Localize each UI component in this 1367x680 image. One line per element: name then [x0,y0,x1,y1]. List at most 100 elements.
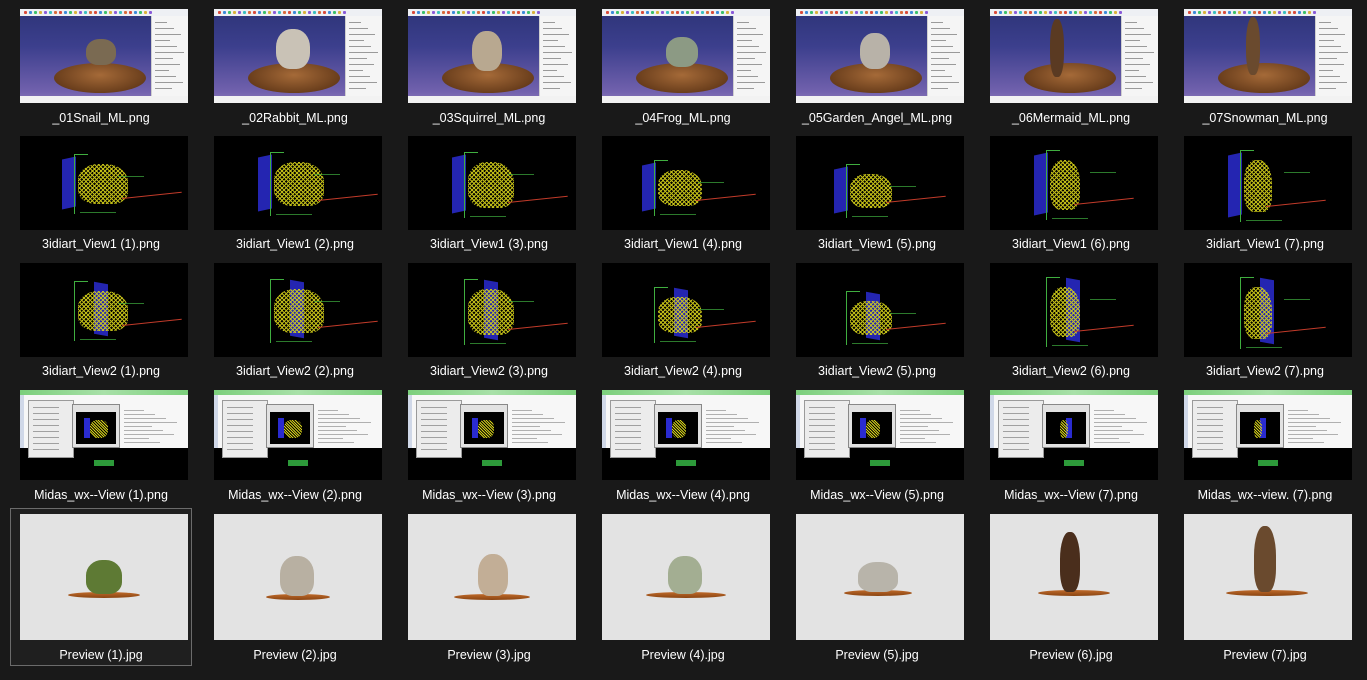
file-thumbnail [214,136,382,230]
file-thumbnail [20,390,188,480]
file-item[interactable]: 3idiart_View2 (5).png [786,262,968,386]
file-name-label: Midas_wx--View (2).png [228,488,362,502]
file-item[interactable]: Midas_wx--View (5).png [786,389,968,509]
file-item[interactable]: 3idiart_View1 (1).png [10,135,192,259]
file-item[interactable]: _04Frog_ML.png [592,8,774,132]
file-thumbnail [20,514,188,640]
file-item[interactable]: Preview (1).jpg [10,508,192,666]
file-item[interactable]: Midas_wx--view. (7).png [1174,389,1356,509]
file-name-label: Preview (3).jpg [447,648,531,662]
file-name-label: _05Garden_Angel_ML.png [801,111,953,125]
file-name-label: _04Frog_ML.png [635,111,731,125]
file-name-label: Preview (7).jpg [1223,648,1307,662]
file-item[interactable]: _07Snowman_ML.png [1174,8,1356,132]
file-name-label: 3idiart_View2 (3).png [430,364,548,378]
file-name-label: _06Mermaid_ML.png [1011,111,1131,125]
file-item[interactable]: 3idiart_View1 (3).png [398,135,580,259]
file-item[interactable]: Midas_wx--View (3).png [398,389,580,509]
file-grid: _01Snail_ML.png _02Rabbit_ML.png _03Squirr… [0,0,1367,680]
file-item[interactable]: 3idiart_View2 (4).png [592,262,774,386]
file-thumbnail [990,263,1158,357]
file-name-label: 3idiart_View1 (3).png [430,237,548,251]
file-name-label: 3idiart_View2 (7).png [1206,364,1324,378]
file-name-label: Midas_wx--View (3).png [422,488,556,502]
file-thumbnail [408,263,576,357]
file-item[interactable]: 3idiart_View2 (7).png [1174,262,1356,386]
file-name-label: Preview (1).jpg [59,648,143,662]
file-item[interactable]: Preview (5).jpg [786,508,968,666]
file-item[interactable]: 3idiart_View2 (6).png [980,262,1162,386]
file-name-label: _07Snowman_ML.png [1202,111,1328,125]
file-name-label: Midas_wx--View (4).png [616,488,750,502]
file-thumbnail [990,390,1158,480]
file-name-label: Preview (5).jpg [835,648,919,662]
file-item[interactable]: Midas_wx--View (2).png [204,389,386,509]
file-item[interactable]: Preview (3).jpg [398,508,580,666]
file-thumbnail [1184,390,1352,480]
file-thumbnail [1184,9,1352,103]
file-item[interactable]: Preview (6).jpg [980,508,1162,666]
file-name-label: 3idiart_View1 (1).png [42,237,160,251]
file-item[interactable]: _03Squirrel_ML.png [398,8,580,132]
file-thumbnail [214,263,382,357]
file-thumbnail [602,390,770,480]
file-item[interactable]: Preview (4).jpg [592,508,774,666]
file-name-label: 3idiart_View2 (6).png [1012,364,1130,378]
file-item[interactable]: 3idiart_View2 (3).png [398,262,580,386]
file-thumbnail [796,136,964,230]
file-name-label: Midas_wx--view. (7).png [1197,488,1333,502]
file-item[interactable]: 3idiart_View2 (1).png [10,262,192,386]
file-name-label: 3idiart_View2 (1).png [42,364,160,378]
file-thumbnail [796,514,964,640]
file-name-label: _03Squirrel_ML.png [432,111,546,125]
file-name-label: Midas_wx--View (1).png [34,488,168,502]
file-thumbnail [990,9,1158,103]
file-item[interactable]: _02Rabbit_ML.png [204,8,386,132]
file-item[interactable]: 3idiart_View1 (5).png [786,135,968,259]
file-name-label: Midas_wx--View (5).png [810,488,944,502]
file-item[interactable]: Preview (7).jpg [1174,508,1356,666]
file-name-label: 3idiart_View1 (4).png [624,237,742,251]
file-thumbnail [20,9,188,103]
file-thumbnail [602,136,770,230]
file-thumbnail [990,136,1158,230]
file-thumbnail [408,390,576,480]
file-name-label: 3idiart_View2 (4).png [624,364,742,378]
file-item[interactable]: _06Mermaid_ML.png [980,8,1162,132]
file-thumbnail [602,263,770,357]
file-thumbnail [1184,514,1352,640]
file-thumbnail [602,9,770,103]
file-thumbnail [408,9,576,103]
file-thumbnail [796,390,964,480]
file-item[interactable]: 3idiart_View1 (6).png [980,135,1162,259]
file-item[interactable]: 3idiart_View1 (2).png [204,135,386,259]
file-item[interactable]: Preview (2).jpg [204,508,386,666]
file-thumbnail [214,390,382,480]
file-item[interactable]: 3idiart_View1 (4).png [592,135,774,259]
file-thumbnail [20,136,188,230]
file-thumbnail [602,514,770,640]
file-thumbnail [20,263,188,357]
file-item[interactable]: _05Garden_Angel_ML.png [786,8,968,132]
file-name-label: 3idiart_View1 (6).png [1012,237,1130,251]
file-name-label: _02Rabbit_ML.png [242,111,348,125]
file-name-label: 3idiart_View1 (2).png [236,237,354,251]
file-name-label: Preview (2).jpg [253,648,337,662]
file-thumbnail [214,9,382,103]
file-thumbnail [214,514,382,640]
file-name-label: Preview (4).jpg [641,648,725,662]
file-thumbnail [796,263,964,357]
file-name-label: _01Snail_ML.png [52,111,150,125]
file-thumbnail [990,514,1158,640]
file-item[interactable]: 3idiart_View2 (2).png [204,262,386,386]
file-thumbnail [1184,263,1352,357]
file-item[interactable]: _01Snail_ML.png [10,8,192,132]
file-item[interactable]: Midas_wx--View (1).png [10,389,192,509]
file-item[interactable]: Midas_wx--View (4).png [592,389,774,509]
file-item[interactable]: Midas_wx--View (7).png [980,389,1162,509]
file-item[interactable]: 3idiart_View1 (7).png [1174,135,1356,259]
file-thumbnail [796,9,964,103]
file-name-label: Preview (6).jpg [1029,648,1113,662]
file-name-label: 3idiart_View1 (5).png [818,237,936,251]
file-thumbnail [1184,136,1352,230]
